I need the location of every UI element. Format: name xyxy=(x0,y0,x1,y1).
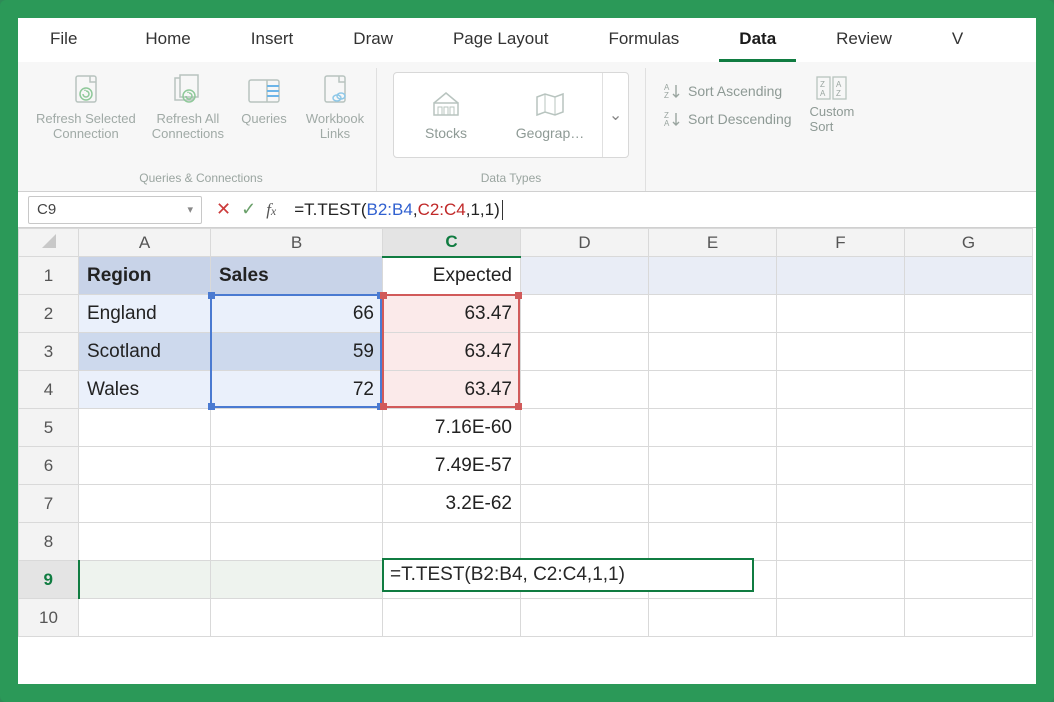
cell-A2[interactable]: England xyxy=(79,295,211,333)
cell-C7[interactable]: 3.2E-62 xyxy=(383,485,521,523)
column-header-G[interactable]: G xyxy=(905,229,1033,257)
row-header-6[interactable]: 6 xyxy=(19,447,79,485)
column-header-A[interactable]: A xyxy=(79,229,211,257)
name-box-dropdown-icon[interactable]: ▾ xyxy=(187,203,193,216)
column-header-C[interactable]: C xyxy=(383,229,521,257)
row-header-8[interactable]: 8 xyxy=(19,523,79,561)
svg-text:A: A xyxy=(836,80,842,89)
tab-review[interactable]: Review xyxy=(816,19,912,62)
name-box-value: C9 xyxy=(37,201,56,218)
tab-file[interactable]: File xyxy=(30,19,97,62)
formula-enter-button[interactable]: ✓ xyxy=(241,199,256,220)
row-header-9[interactable]: 9 xyxy=(19,561,79,599)
row-header-5[interactable]: 5 xyxy=(19,409,79,447)
formula-cancel-button[interactable]: ✕ xyxy=(216,199,231,220)
text-cursor xyxy=(502,200,503,220)
custom-sort-icon: ZAAZ xyxy=(815,74,849,104)
refresh-selected-icon xyxy=(72,72,100,110)
cell-C1[interactable]: Expected xyxy=(383,257,521,295)
queries-group-label: Queries & Connections xyxy=(139,167,262,191)
formula-input[interactable]: =T.TEST(B2:B4, C2:C4,1,1) xyxy=(284,200,1036,220)
row-header-7[interactable]: 7 xyxy=(19,485,79,523)
row-header-2[interactable]: 2 xyxy=(19,295,79,333)
cell-B2[interactable]: 66 xyxy=(211,295,383,333)
cell-A4[interactable]: Wales xyxy=(79,371,211,409)
insert-function-button[interactable]: fx xyxy=(266,200,276,220)
chevron-down-icon: ⌄ xyxy=(609,105,622,125)
row-header-10[interactable]: 10 xyxy=(19,599,79,637)
stocks-icon xyxy=(430,89,462,119)
queries-label: Queries xyxy=(241,112,287,127)
geography-data-type-button[interactable]: Geograp… xyxy=(498,73,602,157)
svg-text:A: A xyxy=(820,89,826,98)
sort-asc-label: Sort Ascending xyxy=(688,83,782,99)
refresh-all-icon xyxy=(173,72,203,110)
cell-B4[interactable]: 72 xyxy=(211,371,383,409)
data-types-group-label: Data Types xyxy=(481,167,541,191)
refresh-selected-label: Refresh SelectedConnection xyxy=(36,112,136,142)
formula-range-1: B2:B4 xyxy=(367,200,413,220)
svg-text:Z: Z xyxy=(820,80,825,89)
workbook-links-icon xyxy=(321,72,349,110)
column-header-D[interactable]: D xyxy=(521,229,649,257)
cell-C3[interactable]: 63.47 xyxy=(383,333,521,371)
cell-A3[interactable]: Scotland xyxy=(79,333,211,371)
column-header-E[interactable]: E xyxy=(649,229,777,257)
tab-view[interactable]: V xyxy=(932,19,983,62)
row-header-4[interactable]: 4 xyxy=(19,371,79,409)
tab-draw[interactable]: Draw xyxy=(333,19,413,62)
cell-C4[interactable]: 63.47 xyxy=(383,371,521,409)
cell-C5[interactable]: 7.16E-60 xyxy=(383,409,521,447)
workbook-links-button[interactable]: WorkbookLinks xyxy=(300,68,370,167)
row-header-3[interactable]: 3 xyxy=(19,333,79,371)
tab-formulas[interactable]: Formulas xyxy=(588,19,699,62)
custom-sort-label: CustomSort xyxy=(810,104,855,134)
cell-A1[interactable]: Region xyxy=(79,257,211,295)
custom-sort-button[interactable]: ZAAZ CustomSort xyxy=(792,68,859,134)
sort-descending-button[interactable]: ZA Sort Descending xyxy=(664,110,792,128)
cell-B3[interactable]: 59 xyxy=(211,333,383,371)
sort-asc-icon: AZ xyxy=(664,82,682,100)
svg-text:A: A xyxy=(664,119,670,128)
cell-C2[interactable]: 63.47 xyxy=(383,295,521,333)
queries-icon xyxy=(247,72,281,110)
workbook-links-label: WorkbookLinks xyxy=(306,112,364,142)
excel-window: File Home Insert Draw Page Layout Formul… xyxy=(18,18,1036,684)
sort-desc-icon: ZA xyxy=(664,110,682,128)
name-box[interactable]: C9 ▾ xyxy=(28,196,202,224)
cell-C6[interactable]: 7.49E-57 xyxy=(383,447,521,485)
refresh-all-label: Refresh AllConnections xyxy=(152,112,224,142)
queries-button[interactable]: Queries xyxy=(236,68,292,167)
formula-range-2: C2:C4 xyxy=(418,200,466,220)
tab-data[interactable]: Data xyxy=(719,19,796,62)
tab-page-layout[interactable]: Page Layout xyxy=(433,19,568,62)
column-header-B[interactable]: B xyxy=(211,229,383,257)
data-types-more-button[interactable]: ⌄ xyxy=(602,73,628,157)
formula-part-suffix: ,1,1) xyxy=(466,200,500,220)
data-types-box: Stocks Geograp… ⌄ xyxy=(393,72,629,158)
svg-text:Z: Z xyxy=(836,89,841,98)
ribbon-tabs: File Home Insert Draw Page Layout Formul… xyxy=(18,18,1036,62)
cell-B1[interactable]: Sales xyxy=(211,257,383,295)
formula-part-prefix: =T.TEST( xyxy=(294,200,366,220)
sort-ascending-button[interactable]: AZ Sort Ascending xyxy=(664,82,792,100)
ribbon-content: Refresh SelectedConnection Refresh AllCo… xyxy=(18,62,1036,192)
svg-text:Z: Z xyxy=(664,91,669,100)
refresh-selected-connection-button[interactable]: Refresh SelectedConnection xyxy=(32,68,140,167)
column-header-F[interactable]: F xyxy=(777,229,905,257)
select-all-corner[interactable] xyxy=(19,229,79,257)
formula-bar: C9 ▾ ✕ ✓ fx =T.TEST(B2:B4, C2:C4,1,1) xyxy=(18,192,1036,228)
tab-home[interactable]: Home xyxy=(125,19,210,62)
stocks-data-type-button[interactable]: Stocks xyxy=(394,73,498,157)
geography-icon xyxy=(533,89,567,119)
sort-desc-label: Sort Descending xyxy=(688,111,792,127)
tab-insert[interactable]: Insert xyxy=(231,19,314,62)
active-cell-formula-overlay[interactable]: =T.TEST(B2:B4, C2:C4,1,1) xyxy=(382,558,754,592)
geography-label: Geograp… xyxy=(516,125,584,141)
row-header-1[interactable]: 1 xyxy=(19,257,79,295)
stocks-label: Stocks xyxy=(425,125,467,141)
refresh-all-connections-button[interactable]: Refresh AllConnections xyxy=(148,68,228,167)
